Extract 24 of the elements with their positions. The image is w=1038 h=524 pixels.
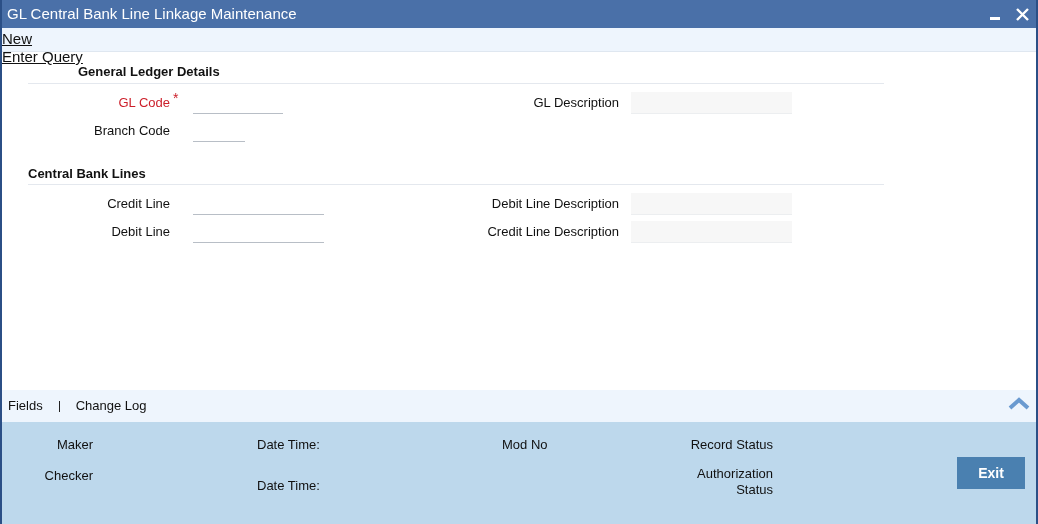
maker-label: Maker [56,436,93,454]
record-status-label: Record Status [690,436,773,454]
footer-tab[interactable]: Change Log [75,396,147,416]
mod-no-label: Mod No [502,437,548,452]
field-label: GL Description [533,93,619,112]
field-label: Credit Line [107,195,170,214]
field-label: Debit Line [111,223,170,242]
window-title: GL Central Bank Line Linkage Maintenance [7,3,297,24]
authorization-status-label: Authorization Status [696,465,773,498]
field-label: GL Code [118,93,170,112]
required-marker: * [173,92,180,103]
checker-label: Checker [44,466,93,485]
chevron-up-icon[interactable] [1008,396,1030,410]
date-time-label: Date Time: [257,476,321,495]
toolbar-link[interactable]: Enter Query [2,48,83,66]
field-label: Debit Line Description [491,195,619,214]
exit-button[interactable]: Exit [957,457,1025,489]
section-heading: General Ledger Details [78,64,220,79]
close-button[interactable] [1016,7,1029,21]
date-time-label: Date Time: [257,436,321,454]
field-label: Branch Code [94,121,170,140]
toolbar-link[interactable]: New [2,30,32,48]
footer-tab[interactable]: Fields [8,396,43,416]
field-label: Credit Line Description [487,223,619,242]
